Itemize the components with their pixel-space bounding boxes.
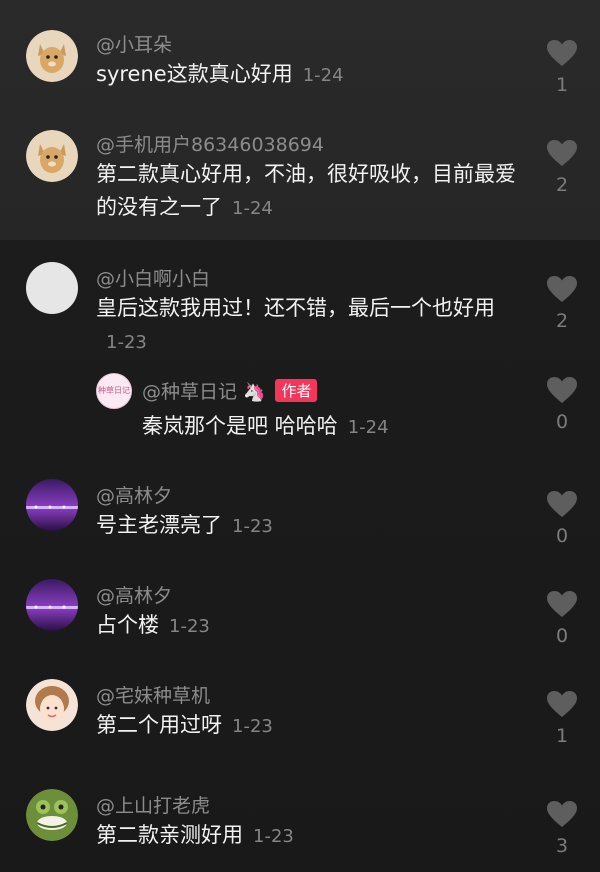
heart-icon: [547, 276, 577, 302]
avatar-logo-text: 种草日记: [98, 386, 130, 395]
comment-item: @小白啊小白 皇后这款我用过！还不错，最后一个也好用 1-23 2: [0, 240, 600, 365]
comment-username[interactable]: @小白啊小白: [96, 264, 210, 291]
like-count: 1: [555, 725, 569, 747]
comment-body: 秦岚那个是吧 哈哈哈: [142, 414, 338, 438]
comment-date: 1-24: [347, 417, 389, 438]
girl-avatar[interactable]: [26, 679, 78, 731]
like-count: 0: [555, 625, 569, 647]
comment-username[interactable]: @种草日记 🦄 作者: [142, 377, 318, 404]
author-badge: 作者: [275, 379, 318, 402]
comment-body: 占个楼: [96, 613, 159, 637]
comment-item: @宅妹种草机 第二个用过呀 1-23 1: [0, 665, 600, 775]
like-button[interactable]: 0: [540, 491, 584, 547]
comment-item: @高林夕 占个楼 1-23 0: [0, 565, 600, 665]
heart-icon: [547, 40, 577, 66]
comment-username[interactable]: @高林夕: [96, 581, 172, 608]
night-avatar[interactable]: [26, 579, 78, 631]
comment-date: 1-23: [232, 516, 273, 537]
heart-icon: [547, 801, 577, 827]
comment-date: 1-24: [232, 198, 273, 219]
comment-item: @高林夕 号主老漂亮了 1-23 0: [0, 465, 600, 565]
comment-body: 第二款亲测好用: [96, 823, 243, 847]
comment-username[interactable]: @宅妹种草机: [96, 681, 210, 708]
comment-text: syrene这款真心好用 1-24: [96, 58, 516, 92]
comment-username[interactable]: @小耳朵: [96, 30, 172, 57]
like-count: 1: [555, 74, 569, 96]
comment-body: syrene这款真心好用: [96, 62, 293, 86]
comment-item: @上山打老虎 第二款亲测好用 1-23 3: [0, 775, 600, 872]
dog-avatar[interactable]: [26, 30, 78, 82]
comment-text: 皇后这款我用过！还不错，最后一个也好用 1-23: [96, 292, 516, 359]
comment-text: 秦岚那个是吧 哈哈哈 1-24: [142, 410, 502, 444]
comment-username[interactable]: @上山打老虎: [96, 791, 210, 818]
unicorn-icon: 🦄: [243, 382, 266, 403]
like-count: 0: [555, 525, 569, 547]
heart-icon: [547, 491, 577, 517]
like-button[interactable]: 1: [540, 691, 584, 747]
comment-text: 占个楼 1-23: [96, 609, 516, 643]
comment-text: 号主老漂亮了 1-23: [96, 509, 516, 543]
like-count: 3: [555, 835, 569, 857]
frog-avatar[interactable]: [26, 789, 78, 841]
comment-text: 第二个用过呀 1-23: [96, 709, 516, 743]
comment-date: 1-23: [253, 826, 294, 847]
blank-avatar[interactable]: [26, 262, 78, 314]
like-button[interactable]: 2: [540, 276, 584, 332]
comment-item: @手机用户86346038694 第二款真心好用，不油，很好吸收，目前最爱的没有…: [0, 110, 600, 240]
comment-item: @小耳朵 syrene这款真心好用 1-24 1: [0, 0, 600, 110]
like-button[interactable]: 2: [540, 140, 584, 196]
comment-body: 皇后这款我用过！还不错，最后一个也好用: [96, 296, 495, 320]
comment-username[interactable]: @高林夕: [96, 481, 172, 508]
night-avatar[interactable]: [26, 479, 78, 531]
author-name: @种草日记: [142, 381, 238, 403]
like-count: 2: [555, 174, 569, 196]
comment-date: 1-23: [232, 716, 273, 737]
comment-body: 号主老漂亮了: [96, 513, 222, 537]
comment-body: 第二款真心好用，不油，很好吸收，目前最爱的没有之一了: [96, 162, 516, 219]
heart-icon: [547, 591, 577, 617]
dog-avatar[interactable]: [26, 130, 78, 182]
comment-text: 第二款亲测好用 1-23: [96, 819, 516, 853]
author-reply: 种草日记 @种草日记 🦄 作者 秦岚那个是吧 哈哈哈 1-24 0: [0, 365, 600, 465]
comment-date: 1-23: [169, 616, 210, 637]
like-button[interactable]: 3: [540, 801, 584, 857]
logo-avatar[interactable]: 种草日记: [96, 373, 132, 409]
like-button[interactable]: 0: [540, 591, 584, 647]
comment-date: 1-23: [106, 332, 147, 353]
comment-username[interactable]: @手机用户86346038694: [96, 130, 324, 157]
heart-icon: [547, 377, 577, 403]
like-button[interactable]: 0: [540, 377, 584, 433]
heart-icon: [547, 691, 577, 717]
comment-text: 第二款真心好用，不油，很好吸收，目前最爱的没有之一了 1-24: [96, 158, 516, 225]
like-count: 2: [555, 310, 569, 332]
comment-date: 1-24: [302, 65, 344, 86]
like-count: 0: [555, 411, 569, 433]
heart-icon: [547, 140, 577, 166]
like-button[interactable]: 1: [540, 40, 584, 96]
comment-body: 第二个用过呀: [96, 713, 222, 737]
